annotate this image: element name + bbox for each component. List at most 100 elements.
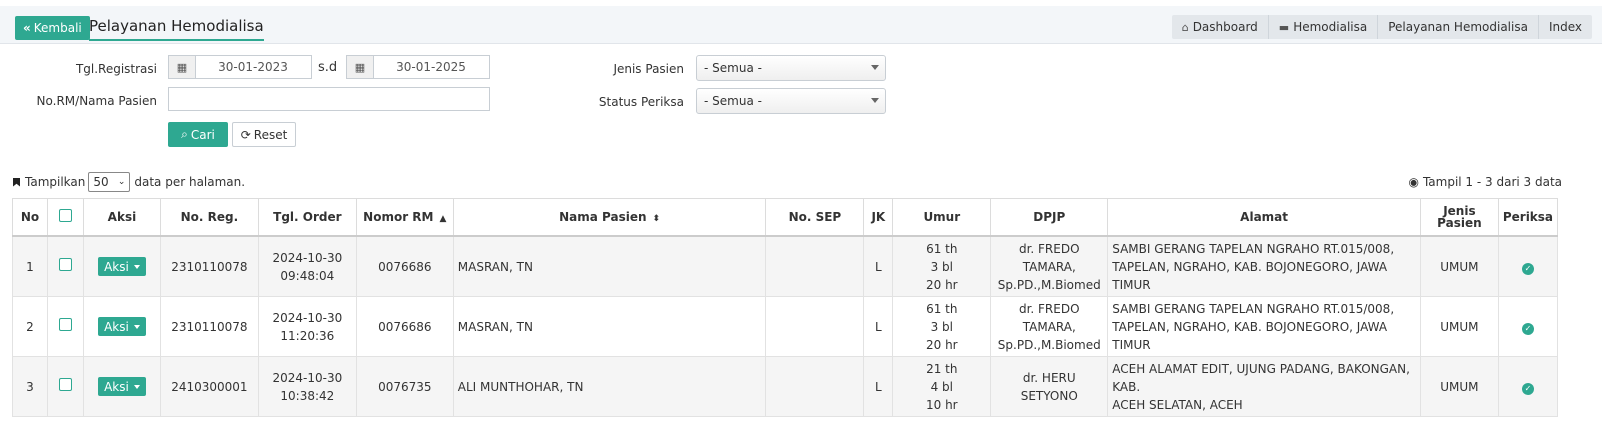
tgl-registrasi-label: Tgl.Registrasi — [75, 62, 157, 76]
status-periksa-label: Status Periksa — [598, 95, 684, 109]
col-no: No — [12, 198, 48, 237]
col-nomor-rm[interactable]: Nomor RM ▲ — [355, 198, 454, 237]
search-button-label: Cari — [190, 127, 215, 142]
cell-dpjp: dr. HERU SETYONO — [990, 356, 1109, 417]
row-checkbox[interactable] — [58, 377, 72, 391]
calendar-icon[interactable]: ▦ — [347, 56, 374, 78]
cell-periksa: ✓ — [1497, 356, 1559, 417]
dpjp-line-2: Sp.PD.,M.Biomed — [997, 337, 1101, 352]
back-button[interactable]: « Kembali — [15, 16, 90, 40]
umur-hr: 20 hr — [925, 337, 958, 352]
col-dpjp: DPJP — [990, 198, 1109, 237]
alamat-line-1: SAMBI GERANG TAPELAN NGRAHO RT.015/008, — [1112, 241, 1395, 256]
show-suffix: data per halaman. — [134, 175, 246, 189]
breadcrumb-dashboard[interactable]: ⌂ Dashboard — [1172, 15, 1268, 39]
breadcrumb-label: Pelayanan Hemodialisa — [1388, 20, 1528, 34]
breadcrumb-hemodialisa[interactable]: ▬ Hemodialisa — [1267, 15, 1377, 39]
record-count: ◉ Tampil 1 - 3 dari 3 data — [1408, 175, 1562, 189]
cell-sep — [765, 356, 865, 417]
table-row: 1 Aksi 2310110078 2024-10-30 09:48:04 007… — [12, 235, 1559, 297]
cell-noreg: 2410300001 — [159, 356, 259, 417]
per-page-select[interactable]: 50 ⌄ — [88, 172, 131, 192]
chevron-down-icon: ⌄ — [117, 177, 126, 187]
cell-jk: L — [863, 296, 894, 357]
search-icon: ⌕ — [181, 127, 188, 141]
umur-bl: 3 bl — [930, 319, 953, 334]
col-alamat: Alamat — [1107, 198, 1421, 237]
umur-th: 21 th — [926, 361, 958, 376]
caret-down-icon — [133, 264, 140, 269]
back-button-label: Kembali — [33, 21, 82, 35]
col-nama-label: Nama Pasien — [559, 210, 647, 224]
cell-umur: 61 th 3 bl 20 hr — [892, 235, 992, 297]
caret-down-icon — [133, 324, 140, 329]
table-header-row: No Aksi No. Reg. Tgl. Order Nomor RM ▲ Na… — [12, 198, 1559, 237]
aksi-dropdown-button[interactable]: Aksi — [98, 257, 146, 276]
table-row: 2 Aksi 2310110078 2024-10-30 11:20:36 007… — [12, 296, 1559, 357]
cell-jenis: UMUM — [1419, 296, 1499, 357]
cell-select — [46, 296, 84, 357]
col-nama-pasien[interactable]: Nama Pasien ⬍ — [452, 198, 767, 237]
aksi-label: Aksi — [104, 259, 129, 274]
col-nomor-rm-label: Nomor RM — [363, 210, 434, 224]
col-umur: Umur — [892, 198, 992, 237]
check-circle-icon: ✓ — [1521, 322, 1534, 335]
tgl-date: 2024-10-30 — [272, 310, 343, 325]
table-row: 3 Aksi 2410300001 2024-10-30 10:38:42 007… — [12, 356, 1559, 417]
aksi-dropdown-button[interactable]: Aksi — [98, 317, 146, 336]
calendar-icon[interactable]: ▦ — [169, 56, 196, 78]
alamat-line-2: TAPELAN, NGRAHO, KAB. BOJONEGORO, JAWA T… — [1112, 319, 1388, 352]
status-periksa-select[interactable]: - Semua - — [696, 88, 886, 114]
home-icon: ⌂ — [1181, 20, 1189, 34]
folder-icon: ▬ — [1278, 20, 1290, 34]
date-from-field[interactable]: ▦ 30-01-2023 — [168, 55, 312, 79]
cell-tgl-order: 2024-10-30 09:48:04 — [257, 235, 357, 297]
col-noreg: No. Reg. — [159, 198, 259, 237]
cell-no: 2 — [12, 296, 48, 357]
aksi-label: Aksi — [104, 319, 129, 334]
umur-th: 61 th — [926, 301, 958, 316]
cell-rm: 0076735 — [355, 356, 454, 417]
dpjp-line-1: dr. HERU SETYONO — [1020, 370, 1078, 403]
reset-button-label: Reset — [253, 127, 288, 142]
tgl-time: 11:20:36 — [280, 328, 335, 343]
cell-dpjp: dr. FREDO TAMARA, Sp.PD.,M.Biomed — [990, 296, 1109, 357]
breadcrumb-label: Hemodialisa — [1293, 20, 1368, 34]
search-button[interactable]: ⌕ Cari — [168, 122, 228, 147]
date-to-field[interactable]: ▦ 30-01-2025 — [346, 55, 490, 79]
alamat-line-2: ACEH SELATAN, ACEH — [1112, 397, 1243, 412]
aksi-dropdown-button[interactable]: Aksi — [98, 377, 146, 396]
cell-nama: MASRAN, TN — [452, 235, 767, 297]
col-jk: JK — [863, 198, 894, 237]
sort-asc-icon: ▲ — [439, 214, 447, 224]
breadcrumb-pelayanan[interactable]: Pelayanan Hemodialisa — [1377, 15, 1538, 39]
page-title: Pelayanan Hemodialisa — [89, 16, 264, 41]
bookmark-icon — [13, 177, 20, 187]
record-count-text: Tampil 1 - 3 dari 3 data — [1422, 175, 1562, 189]
jenis-pasien-select[interactable]: - Semua - — [696, 55, 886, 81]
select-all-checkbox[interactable] — [58, 209, 72, 222]
cell-alamat: ACEH ALAMAT EDIT, UJUNG PADANG, BAKONGAN… — [1107, 356, 1421, 417]
cell-noreg: 2310110078 — [159, 296, 259, 357]
row-checkbox[interactable] — [58, 317, 72, 331]
page-size-control: Tampilkan 50 ⌄ data per halaman. — [13, 172, 245, 192]
cell-rm: 0076686 — [355, 235, 454, 297]
chevron-down-icon — [871, 98, 879, 103]
alamat-line-1: SAMBI GERANG TAPELAN NGRAHO RT.015/008, — [1112, 301, 1395, 316]
cell-aksi: Aksi — [82, 235, 161, 297]
cell-tgl-order: 2024-10-30 11:20:36 — [257, 296, 357, 357]
rm-name-input[interactable] — [168, 87, 490, 111]
jenis-pasien-value: - Semua - — [704, 61, 762, 75]
cell-alamat: SAMBI GERANG TAPELAN NGRAHO RT.015/008, T… — [1107, 235, 1421, 297]
umur-hr: 10 hr — [925, 397, 958, 412]
cell-periksa: ✓ — [1497, 235, 1559, 297]
row-checkbox[interactable] — [58, 257, 72, 271]
breadcrumb-label: Index — [1548, 20, 1582, 34]
col-jenis-pasien: Jenis Pasien — [1419, 198, 1499, 237]
reset-button[interactable]: ⟳ Reset — [232, 122, 296, 147]
umur-bl: 4 bl — [930, 379, 953, 394]
cell-rm: 0076686 — [355, 296, 454, 357]
cell-nama: MASRAN, TN — [452, 296, 767, 357]
check-circle-icon: ✓ — [1521, 262, 1534, 275]
status-periksa-value: - Semua - — [704, 94, 762, 108]
